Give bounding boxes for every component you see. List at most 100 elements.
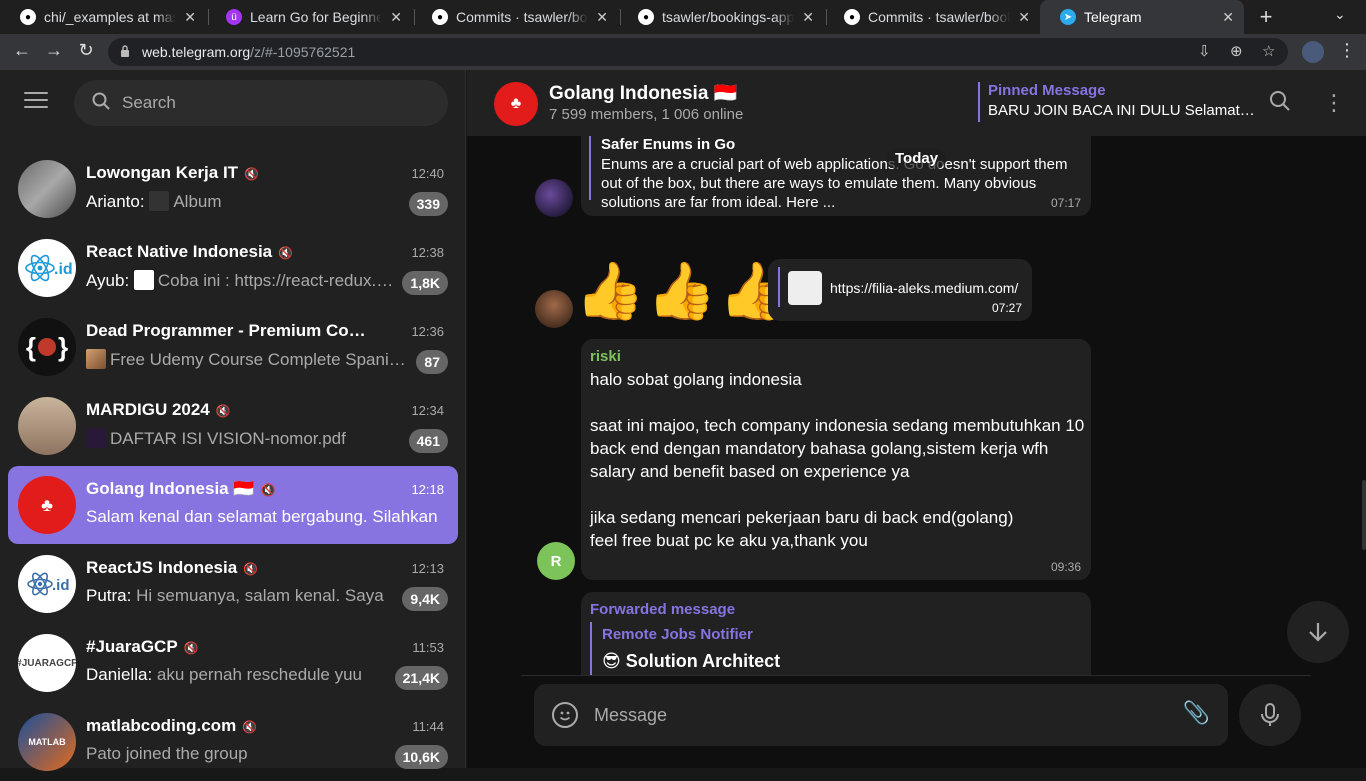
browser-tab-bar: ● chi/_examples at master ✕ ü Learn Go f… (0, 0, 1366, 34)
svg-text:.id: .id (52, 577, 70, 594)
browser-tab[interactable]: ● Commits · tsawler/book ✕ (412, 0, 618, 34)
chat-time: 12:36 (411, 324, 444, 339)
chat-item-golang-indonesia[interactable]: ♣ Golang Indonesia 🇮🇩 🔇 12:18 Salam kenal… (8, 466, 458, 544)
chat-item-react-native-indonesia[interactable]: .id React Native Indonesia 🔇 12:38 Ayub: … (8, 229, 458, 307)
close-tab-icon[interactable]: ✕ (802, 9, 814, 26)
link-thumbnail (788, 271, 822, 305)
attach-icon[interactable]: 📎 (1183, 700, 1210, 726)
sticker-emoji: 👍👍👍 (575, 259, 791, 322)
close-tab-icon[interactable]: ✕ (1018, 9, 1030, 26)
chat-header[interactable]: ♣ Golang Indonesia 🇮🇩 7 599 members, 1 0… (467, 70, 1366, 136)
chat-item-juaragcp[interactable]: #JUARAGCP #JuaraGCP 🔇 11:53 Daniella: aku… (8, 624, 458, 702)
forwarded-label: Forwarded message (590, 601, 736, 618)
new-tab-button[interactable]: + (1254, 4, 1278, 30)
preview-title: Safer Enums in Go (601, 136, 736, 153)
browser-menu-icon[interactable]: ⋮ (1338, 40, 1356, 61)
search-box[interactable] (74, 80, 448, 126)
message-bubble[interactable]: Safer Enums in Go Enums are a crucial pa… (581, 136, 1091, 216)
profile-avatar[interactable] (1302, 41, 1324, 63)
pinned-text: BARU JOIN BACA INI DULU Selamat datang (988, 102, 1258, 119)
chat-time: 12:34 (411, 403, 444, 418)
link-text[interactable]: https://filia-aleks.medium.com/ (830, 280, 1020, 296)
search-icon[interactable] (1269, 90, 1291, 118)
udemy-icon: ü (226, 9, 242, 25)
search-icon (92, 92, 110, 110)
close-tab-icon[interactable]: ✕ (390, 9, 402, 26)
link-preview[interactable]: https://filia-aleks.medium.com/ (778, 267, 1022, 307)
install-app-icon[interactable]: ⇩ (1198, 42, 1211, 60)
chat-time: 11:44 (412, 719, 444, 734)
message-bubble[interactable]: riski halo sobat golang indonesia saat i… (581, 339, 1091, 580)
message-input[interactable] (594, 700, 1154, 730)
pinned-label: Pinned Message (988, 82, 1106, 99)
bookmark-star-icon[interactable]: ☆ (1262, 42, 1275, 60)
unread-badge: 87 (416, 350, 448, 374)
muted-icon: 🔇 (260, 483, 276, 497)
tab-search-icon[interactable]: ⌄ (1334, 6, 1346, 23)
forward-source: Remote Jobs Notifier (602, 626, 753, 643)
more-options-icon[interactable]: ⋮ (1323, 90, 1345, 116)
browser-tab[interactable]: ● tsawler/bookings-app: ✕ (618, 0, 824, 34)
browser-tab[interactable]: ü Learn Go for Beginners C ✕ (206, 0, 412, 34)
close-tab-icon[interactable]: ✕ (596, 9, 608, 26)
browser-tab[interactable]: ● Commits · tsawler/book ✕ (824, 0, 1040, 34)
message-time: 07:27 (991, 301, 1022, 315)
chat-sender: Putra (86, 586, 127, 605)
zoom-icon[interactable]: ⊕ (1230, 42, 1243, 60)
chat-preview: Coba ini : https://react-redux.js.org/ (157, 271, 396, 290)
chat-preview: Pato joined the group (86, 744, 248, 763)
reload-button[interactable]: ↻ (74, 40, 98, 61)
hamburger-menu-icon[interactable] (24, 92, 48, 110)
file-thumbnail (86, 428, 106, 448)
album-thumbnail (149, 191, 170, 211)
browser-tab[interactable]: ● chi/_examples at master ✕ (0, 0, 206, 34)
emoji-icon[interactable] (552, 702, 578, 728)
chat-item-lowongan-kerja-it[interactable]: Lowongan Kerja IT 🔇 12:40 Arianto: Album … (8, 150, 458, 228)
github-icon: ● (432, 9, 448, 25)
avatar: {} (18, 318, 76, 376)
chat-preview: DAFTAR ISI VISION-nomor.pdf (110, 429, 346, 448)
address-bar[interactable]: web.telegram.org/z/#-1095762521 ⇩ ⊕ ☆ (108, 38, 1288, 66)
lock-icon (121, 45, 129, 57)
back-button[interactable]: ← (10, 40, 34, 61)
chat-sender: Arianto (86, 192, 140, 211)
search-input[interactable] (122, 88, 422, 118)
muted-icon: 🔇 (244, 167, 260, 181)
chat-title: Golang Indonesia 🇮🇩 (549, 83, 738, 104)
github-icon: ● (20, 9, 36, 25)
scroll-down-button[interactable] (1287, 601, 1349, 663)
date-separator: Today (887, 148, 947, 169)
scrollbar[interactable] (1362, 480, 1366, 550)
chat-item-dead-programmer[interactable]: {} Dead Programmer - Premium Courses🔇 12… (8, 308, 458, 386)
close-tab-icon[interactable]: ✕ (184, 9, 196, 26)
message-bubble[interactable]: Forwarded message Remote Jobs Notifier 😎… (581, 592, 1091, 676)
browser-toolbar: ← → ↻ web.telegram.org/z/#-1095762521 ⇩ … (0, 34, 1366, 70)
chat-name: Dead Programmer - Premium Courses (86, 321, 376, 340)
unread-badge: 10,6K (394, 745, 448, 769)
avatar: #JUARAGCP (18, 634, 76, 692)
chat-preview: Free Udemy Course Complete Spanish (110, 350, 406, 369)
chat-name: Lowongan Kerja IT (86, 163, 239, 182)
pinned-message[interactable]: Pinned Message BARU JOIN BACA INI DULU S… (978, 82, 1258, 122)
link-preview[interactable]: Safer Enums in Go Enums are a crucial pa… (589, 136, 1083, 211)
avatar: .id (18, 239, 76, 297)
unread-badge: 461 (408, 429, 448, 453)
unread-badge: 21,4K (394, 666, 448, 690)
forward-button[interactable]: → (42, 40, 66, 61)
close-tab-icon[interactable]: ✕ (1222, 9, 1234, 26)
browser-tab-active[interactable]: ➤ Telegram ✕ (1040, 0, 1244, 34)
chat-name: MARDIGU 2024 (86, 400, 210, 419)
chat-item-matlabcoding[interactable]: MATLAB matlabcoding.com 🔇 11:44 Pato join… (8, 703, 458, 781)
chat-name: matlabcoding.com (86, 716, 237, 735)
forwarded-content[interactable]: Remote Jobs Notifier 😎 Solution Architec… (590, 622, 1080, 676)
voice-record-button[interactable] (1239, 684, 1301, 746)
chat-subtitle: 7 599 members, 1 006 online (549, 106, 744, 123)
avatar (535, 290, 573, 328)
chat-time: 12:13 (411, 561, 444, 576)
github-icon: ● (844, 9, 860, 25)
chat-item-mardigu-2024[interactable]: MARDIGU 2024 🔇 12:34 DAFTAR ISI VISION-no… (8, 387, 458, 465)
message-bubble[interactable]: https://filia-aleks.medium.com/ 07:27 (768, 259, 1032, 321)
svg-text:.id: .id (54, 261, 73, 278)
chat-item-reactjs-indonesia[interactable]: .id ReactJS Indonesia 🔇 12:13 Putra: Hi s… (8, 545, 458, 623)
group-avatar[interactable]: ♣ (494, 82, 538, 126)
